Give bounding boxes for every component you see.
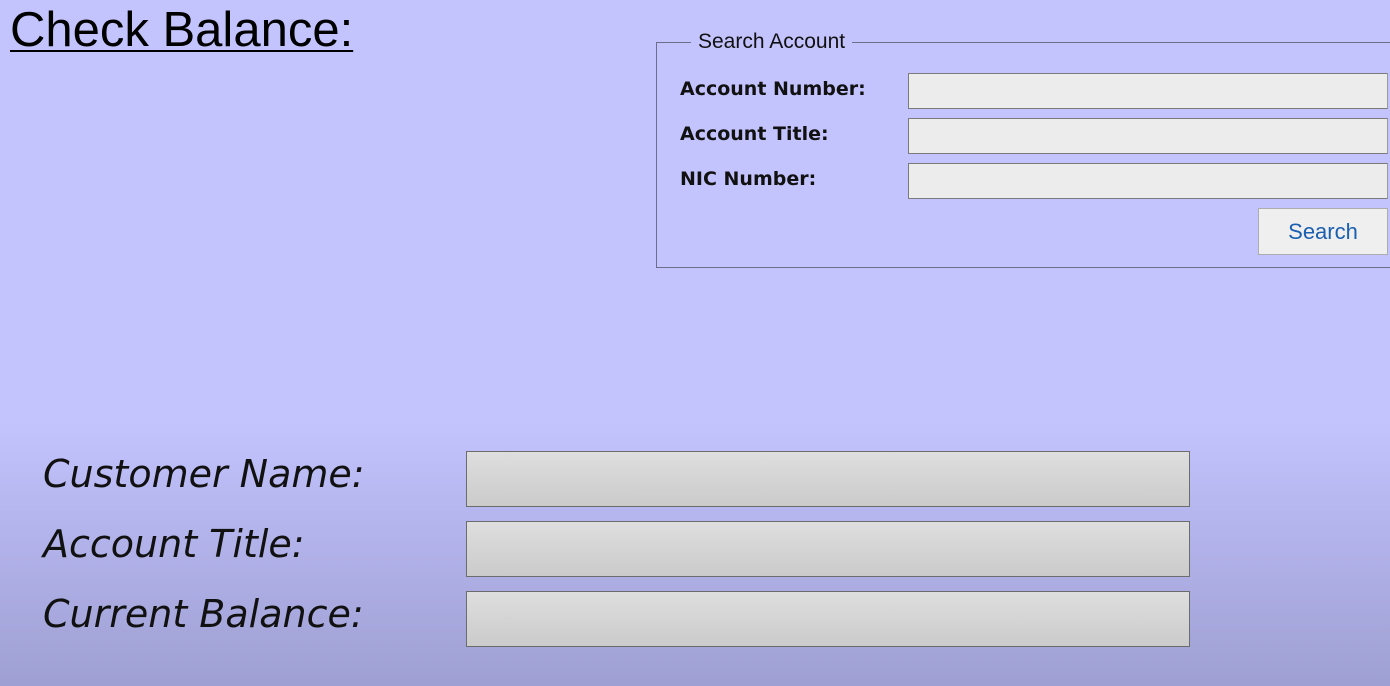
nic-number-label: NIC Number: [680,168,817,190]
account-number-label: Account Number: [680,78,866,100]
page-title: Check Balance: [10,3,354,57]
nic-number-input[interactable] [908,163,1388,199]
result-account-title-field [466,521,1190,577]
search-account-group: Search Account Account Number: Account T… [656,30,1390,268]
search-button[interactable]: Search [1258,208,1388,255]
result-account-title-label: Account Title: [43,522,305,566]
customer-name-label: Customer Name: [43,452,365,496]
customer-name-field [466,451,1190,507]
account-title-input[interactable] [908,118,1388,154]
search-account-legend: Search Account [691,30,853,54]
current-balance-field [466,591,1190,647]
account-number-input[interactable] [908,73,1388,109]
current-balance-label: Current Balance: [43,592,364,636]
account-title-label: Account Title: [680,123,829,145]
